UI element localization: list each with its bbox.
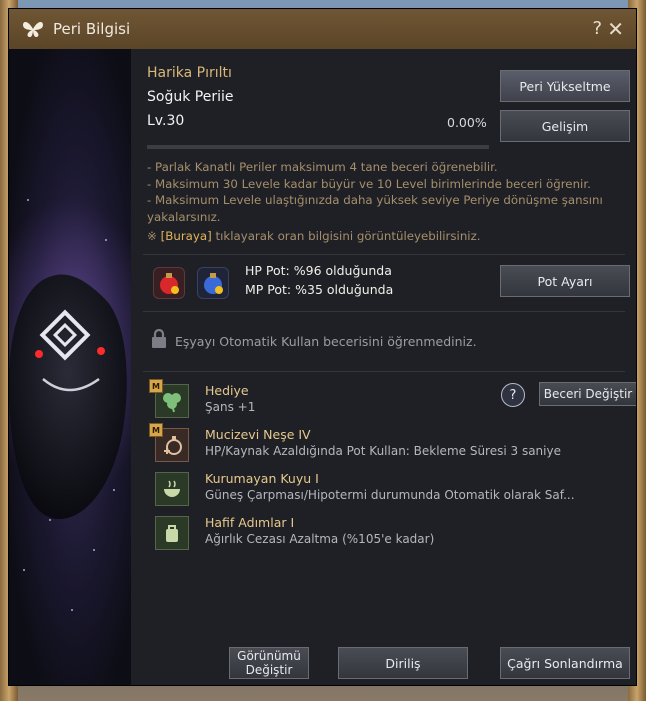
fairy-portrait (9, 49, 131, 685)
skill-item[interactable]: Hafif Adımlar I Ağırlık Cezası Azaltma (… (155, 514, 615, 552)
sparkle (113, 489, 115, 491)
skill-desc: Güneş Çarpması/Hipotermi durumunda Otoma… (205, 488, 575, 502)
change-look-line2: Değiştir (245, 663, 293, 677)
change-look-line1: Görünümü (237, 649, 301, 663)
help-icon[interactable]: ? (592, 18, 602, 39)
rate-info-note: ※ [Buraya] tıklayarak oran bilgisini gör… (147, 229, 481, 243)
mp-potion-icon[interactable] (197, 267, 229, 299)
hp-potion-icon[interactable] (153, 267, 185, 299)
level-progress-text: 0.00% (447, 115, 487, 130)
butterfly-icon (21, 17, 45, 41)
change-look-button[interactable]: Görünümü Değiştir (229, 647, 309, 679)
mp-pot-line: MP Pot: %35 olduğunda (245, 280, 393, 299)
skill-item[interactable]: M Hediye Şans +1 (149, 379, 615, 420)
divider (143, 254, 625, 255)
close-icon[interactable]: ✕ (607, 17, 624, 41)
sparkle (27, 199, 29, 201)
sparkle (71, 609, 73, 611)
end-summon-button[interactable]: Çağrı Sonlandırma (500, 647, 630, 679)
sparkle (23, 569, 25, 571)
level-prefix: Lv. (147, 113, 167, 129)
pot-settings-text: HP Pot: %96 olduğunda MP Pot: %35 olduğu… (245, 261, 393, 299)
mp-pot-label: MP Pot: (245, 282, 296, 297)
info-line: - Maksimum 30 Levele kadar büyür ve 10 L… (147, 176, 591, 191)
skill-name: Hediye (205, 383, 249, 398)
sparkle (49, 519, 51, 521)
fairy-level: Lv.30 (147, 113, 184, 129)
skill-desc: HP/Kaynak Azaldığında Pot Kullan: Beklem… (205, 444, 561, 458)
skill-desc: Şans +1 (205, 400, 256, 414)
hp-pot-line: HP Pot: %96 olduğunda (245, 261, 393, 280)
pot-settings-button[interactable]: Pot Ayarı (500, 265, 630, 297)
hp-pot-value: %96 olduğunda (293, 263, 392, 278)
sparkle (105, 239, 107, 241)
bag-icon (155, 516, 189, 550)
rate-info-link[interactable]: [Buraya] (161, 229, 212, 243)
revive-button[interactable]: Diriliş (338, 647, 468, 679)
info-line: yakalarsınız. (147, 209, 221, 224)
auto-use-locked-text: Eşyayı Otomatik Kullan becerisini öğrenm… (175, 334, 477, 349)
window-title: Peri Bilgisi (53, 20, 131, 38)
fairy-name: Soğuk Periie (147, 89, 234, 105)
fairy-grade: Harika Pırıltı (147, 65, 232, 81)
m-badge: M (149, 379, 163, 393)
bowl-icon (155, 472, 189, 506)
skill-name: Kurumayan Kuyu I (205, 471, 319, 486)
divider (143, 311, 625, 312)
evolve-button[interactable]: Gelişim (500, 110, 630, 142)
level-value: 30 (166, 113, 185, 129)
fairy-detail-panel: Harika Pırıltı Soğuk Periie Lv.30 0.00% … (131, 49, 636, 685)
title-bar[interactable]: Peri Bilgisi ? ✕ (9, 9, 636, 49)
fairy-upgrade-button[interactable]: Peri Yükseltme (500, 70, 630, 102)
skill-item[interactable]: M Mucizevi Neşe IV HP/Kaynak Azaldığında… (149, 423, 615, 464)
skill-name: Mucizevi Neşe IV (205, 427, 311, 442)
skill-name: Hafif Adımlar I (205, 515, 295, 530)
sparkle (93, 549, 95, 551)
level-progress-bar (147, 145, 489, 149)
info-line: - Parlak Kanatlı Periler maksimum 4 tane… (147, 160, 498, 174)
m-badge: M (149, 423, 163, 437)
info-line: - Maksimum Levele ulaştığınızda daha yük… (147, 193, 603, 207)
skill-desc: Ağırlık Cezası Azaltma (%105'e kadar) (205, 532, 435, 546)
fairy-info-window: Peri Bilgisi ? ✕ Harika Pırıltı Soğuk Pe… (8, 8, 637, 686)
note-text: tıklayarak oran bilgisini görüntüleyebil… (211, 229, 481, 243)
divider (143, 371, 625, 372)
fairy-figure (9, 199, 131, 519)
skill-item[interactable]: Kurumayan Kuyu I Güneş Çarpması/Hipoterm… (155, 470, 615, 508)
lock-icon (151, 328, 167, 353)
hp-pot-label: HP Pot: (245, 263, 294, 278)
note-prefix: ※ (147, 229, 161, 243)
info-text: - Parlak Kanatlı Periler maksimum 4 tane… (147, 159, 617, 225)
mp-pot-value: %35 olduğunda (295, 282, 394, 297)
